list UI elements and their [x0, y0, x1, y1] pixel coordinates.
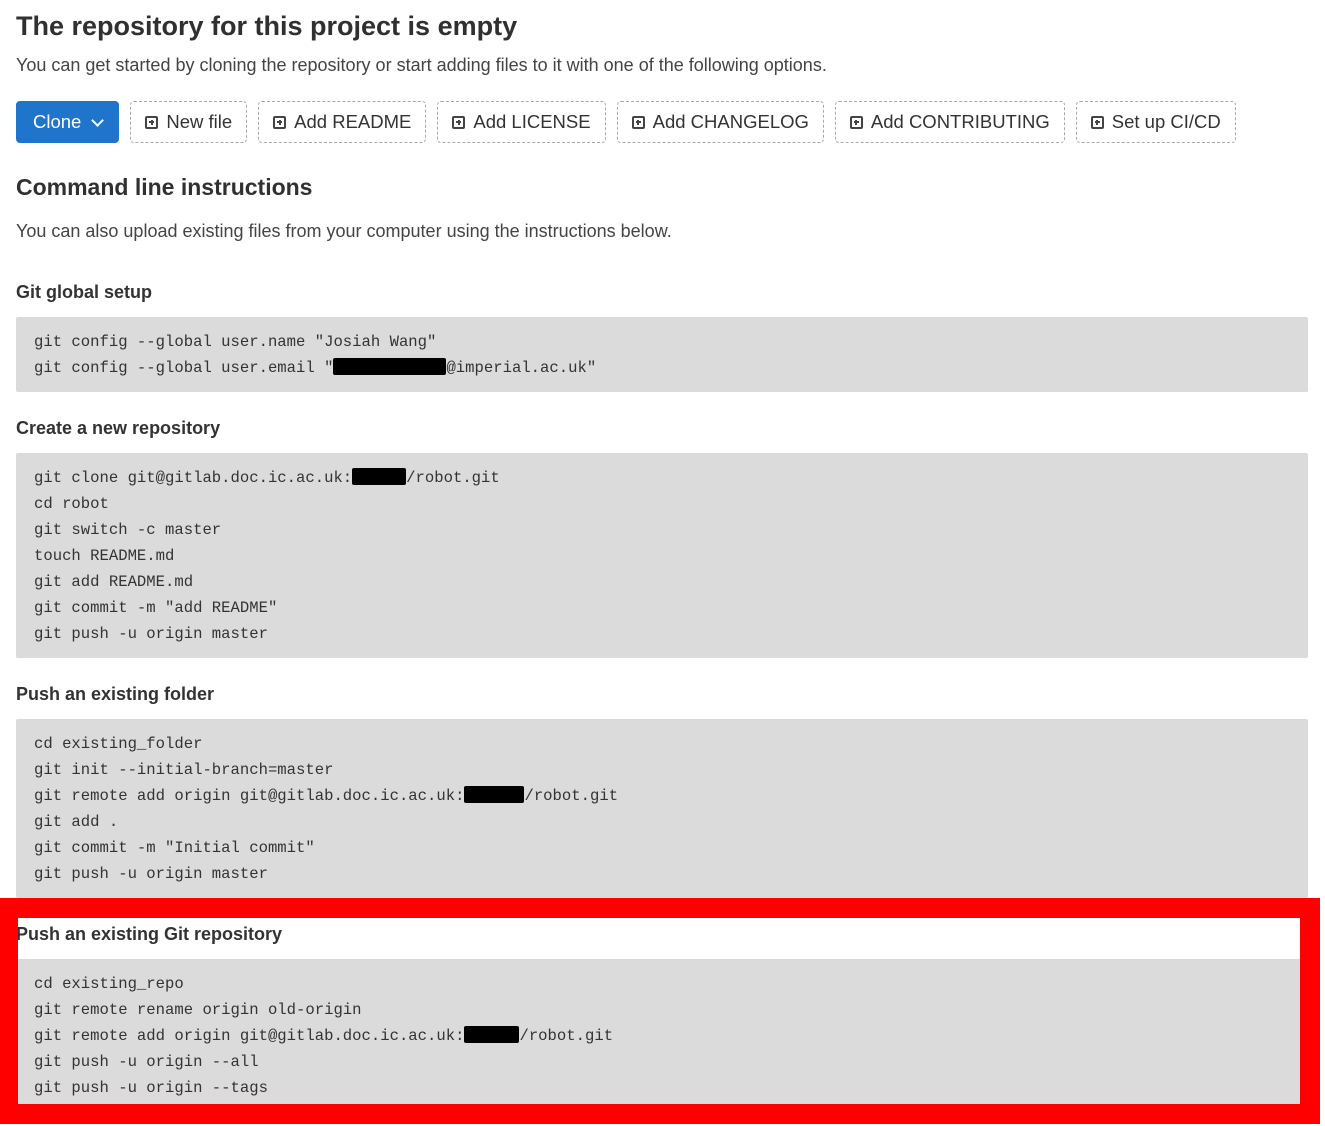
code-line: git clone git@gitlab.doc.ic.ac.uk: /robot…: [34, 465, 1290, 491]
code-line: cd robot: [34, 491, 1290, 517]
code-text: git push -u origin --tags: [34, 1079, 268, 1097]
code-block[interactable]: cd existing_foldergit init --initial-bra…: [16, 719, 1308, 898]
instruction-sections: Git global setup git config --global user…: [16, 256, 1308, 1112]
plus-square-icon: [849, 115, 863, 129]
button-label: Add README: [294, 111, 412, 132]
code-block[interactable]: git config --global user.name "Josiah Wa…: [16, 317, 1308, 392]
code-line: git push -u origin --all: [34, 1049, 1290, 1075]
instruction-heading: Git global setup: [16, 282, 153, 302]
code-text: touch README.md: [34, 547, 175, 565]
code-text: /robot.git: [406, 469, 500, 487]
code-line: git push -u origin --tags: [34, 1075, 1290, 1101]
code-line: cd existing_folder: [34, 731, 1290, 757]
plus-square-icon: [273, 115, 287, 129]
code-line: git init --initial-branch=master: [34, 757, 1290, 783]
code-text: git config --global user.email ": [34, 359, 334, 377]
code-text: git commit -m "add README": [34, 599, 278, 617]
clone-label: Clone: [33, 111, 82, 132]
redacted-text: [352, 468, 407, 485]
add-readme-button[interactable]: Add README: [258, 101, 427, 143]
code-line: git config --global user.name "Josiah Wa…: [34, 329, 1290, 355]
code-text: git switch -c master: [34, 521, 222, 539]
set-up-ci-cd-button[interactable]: Set up CI/CD: [1075, 101, 1236, 143]
code-line: git add README.md: [34, 569, 1290, 595]
redacted-text: [464, 1026, 520, 1043]
code-line: git push -u origin master: [34, 861, 1290, 887]
add-license-button[interactable]: Add LICENSE: [437, 101, 606, 143]
code-text: /robot.git: [524, 787, 619, 805]
instruction-heading: Push an existing folder: [16, 684, 215, 704]
code-line: touch README.md: [34, 543, 1290, 569]
section-title: Command line instructions: [16, 174, 313, 200]
instruction-heading: Create a new repository: [16, 418, 221, 438]
clone-button[interactable]: Clone: [16, 101, 120, 143]
button-label: Add LICENSE: [473, 111, 591, 132]
code-line: git remote add origin git@gitlab.doc.ic.…: [34, 783, 1290, 809]
code-text: git add .: [34, 813, 119, 831]
button-label: New file: [166, 111, 233, 132]
code-line: git commit -m "add README": [34, 595, 1290, 621]
add-changelog-button[interactable]: Add CHANGELOG: [616, 101, 824, 143]
code-line: git remote rename origin old-origin: [34, 997, 1290, 1023]
code-block[interactable]: cd existing_repogit remote rename origin…: [16, 959, 1308, 1112]
action-buttons: Clone New file Add README Add LICENSE Add C…: [16, 101, 1236, 143]
code-line: git switch -c master: [34, 517, 1290, 543]
button-label: Set up CI/CD: [1111, 111, 1221, 132]
code-line: git config --global user.email " @imperia…: [34, 355, 1290, 381]
code-text: git clone git@gitlab.doc.ic.ac.uk:: [34, 469, 353, 487]
code-line: cd existing_repo: [34, 971, 1290, 997]
plus-square-icon: [631, 115, 645, 129]
button-label: Add CHANGELOG: [652, 111, 809, 132]
code-text: git remote add origin git@gitlab.doc.ic.…: [34, 1027, 465, 1045]
new-file-button[interactable]: New file: [130, 101, 248, 143]
plus-square-icon: [1090, 115, 1104, 129]
code-text: cd existing_folder: [34, 735, 203, 753]
code-text: @imperial.ac.uk": [446, 359, 597, 377]
code-line: git remote add origin git@gitlab.doc.ic.…: [34, 1023, 1290, 1049]
code-text: /robot.git: [519, 1027, 614, 1045]
plus-square-icon: [452, 115, 466, 129]
redacted-text: [333, 358, 447, 375]
page-subtitle: You can get started by cloning the repos…: [16, 55, 827, 75]
instruction-heading: Push an existing Git repository: [16, 924, 283, 944]
chevron-down-icon: [91, 113, 105, 127]
code-text: git add README.md: [34, 573, 194, 591]
code-text: git init --initial-branch=master: [34, 761, 334, 779]
code-text: git remote add origin git@gitlab.doc.ic.…: [34, 787, 465, 805]
button-label: Add CONTRIBUTING: [870, 111, 1050, 132]
redacted-text: [464, 786, 525, 803]
plus-square-icon: [145, 115, 159, 129]
code-text: git config --global user.name "Josiah Wa…: [34, 333, 437, 351]
add-contributing-button[interactable]: Add CONTRIBUTING: [834, 101, 1065, 143]
section-description: You can also upload existing files from …: [16, 221, 672, 241]
code-text: git remote rename origin old-origin: [34, 1001, 362, 1019]
code-text: git push -u origin --all: [34, 1053, 259, 1071]
code-text: git push -u origin master: [34, 865, 268, 883]
page-title: The repository for this project is empty: [16, 11, 518, 41]
code-line: git add .: [34, 809, 1290, 835]
code-text: git push -u origin master: [34, 625, 268, 643]
code-text: cd existing_repo: [34, 975, 184, 993]
code-line: git commit -m "Initial commit": [34, 835, 1290, 861]
code-line: git push -u origin master: [34, 621, 1290, 647]
code-block[interactable]: git clone git@gitlab.doc.ic.ac.uk: /robot…: [16, 453, 1308, 658]
code-text: git commit -m "Initial commit": [34, 839, 315, 857]
code-text: cd robot: [34, 495, 109, 513]
